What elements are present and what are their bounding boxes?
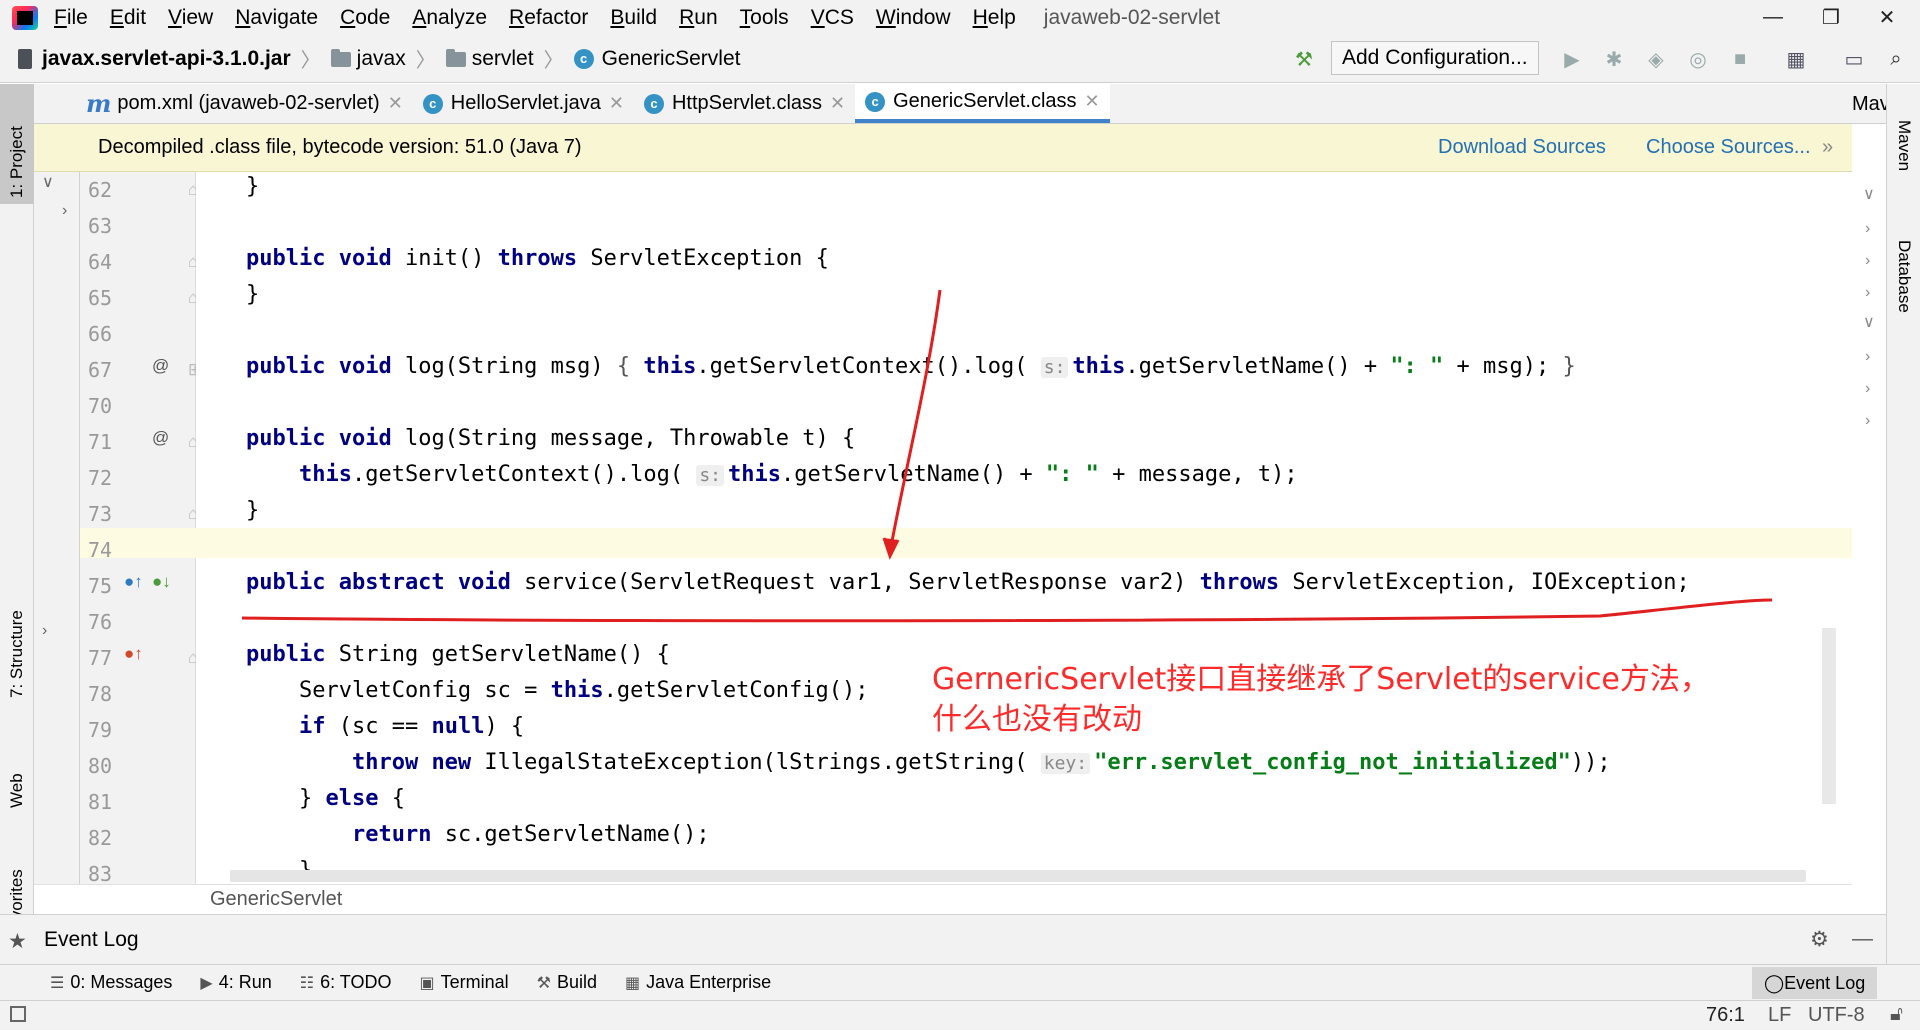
database-tool-tab[interactable]: Database: [1887, 234, 1920, 374]
terminal-icon: ▣: [419, 974, 435, 992]
status-bar: 76:1 LF UTF-8 🔓︎: [0, 1000, 1920, 1030]
annotation-arrow: [888, 289, 942, 553]
star-icon: ★: [8, 930, 27, 953]
maven-tool-tab[interactable]: Maven: [1887, 114, 1920, 224]
messages-tool-button[interactable]: ☰ 0: Messages: [50, 972, 172, 993]
annotation-underline: [241, 598, 1773, 623]
event-log-panel: ★ Event Log ⚙ —: [0, 914, 1886, 964]
file-breadcrumb[interactable]: GenericServlet: [210, 888, 342, 911]
chevron-right-icon[interactable]: ›: [1865, 220, 1870, 238]
minimize-panel-icon[interactable]: —: [1852, 927, 1873, 951]
messages-icon: ☰: [50, 974, 65, 992]
annotation-arrowhead: [882, 537, 900, 560]
run-icon: ▶: [200, 974, 213, 992]
hammer-icon: ⚒: [536, 974, 551, 992]
lock-icon[interactable]: 🔓︎: [1890, 1003, 1903, 1026]
line-separator[interactable]: LF: [1768, 1004, 1791, 1027]
chevron-down-icon[interactable]: ∨: [1863, 312, 1875, 332]
terminal-tool-button[interactable]: ▣ Terminal: [419, 972, 508, 993]
chevron-right-icon[interactable]: ›: [1865, 412, 1870, 430]
file-encoding[interactable]: UTF-8: [1808, 1004, 1865, 1027]
event-log-title: Event Log: [44, 928, 139, 951]
annotation-overlay: [241, 289, 1773, 623]
chevron-right-icon[interactable]: ›: [1865, 348, 1870, 366]
build-tool-button[interactable]: ⚒ Build: [537, 972, 597, 993]
chevron-right-icon[interactable]: ›: [1865, 284, 1870, 302]
gear-icon[interactable]: ⚙: [1810, 927, 1829, 952]
annotation-text: GernericServlet接口直接继承了Servlet的service方法，…: [932, 662, 1710, 737]
chevron-down-icon[interactable]: ∨: [1863, 184, 1875, 204]
right-tool-strip: Maven Database ∨ › › › ∨ › › ›: [1863, 84, 1920, 964]
run-tool-button[interactable]: ▶ 4: Run: [200, 972, 271, 993]
java-enterprise-icon: ▦: [625, 974, 641, 992]
java-enterprise-tool-button[interactable]: ▦ Java Enterprise: [625, 972, 771, 993]
chevron-right-icon[interactable]: ›: [1865, 380, 1870, 398]
chevron-right-icon[interactable]: ›: [1865, 252, 1870, 270]
event-log-icon: ◯: [1764, 972, 1785, 993]
bottom-tool-bar: ☰ 0: Messages ▶ 4: Run ☷ 6: TODO ▣ Terminal …: [0, 964, 1920, 1000]
cursor-position[interactable]: 76:1: [1706, 1004, 1745, 1027]
toggle-tool-windows-icon[interactable]: [10, 1006, 26, 1022]
event-log-button[interactable]: ◯ Event Log: [1752, 967, 1878, 999]
todo-tool-button[interactable]: ☷ 6: TODO: [300, 972, 392, 993]
todo-icon: ☷: [299, 974, 315, 992]
file-breadcrumb-bar: GenericServlet: [34, 884, 1852, 914]
